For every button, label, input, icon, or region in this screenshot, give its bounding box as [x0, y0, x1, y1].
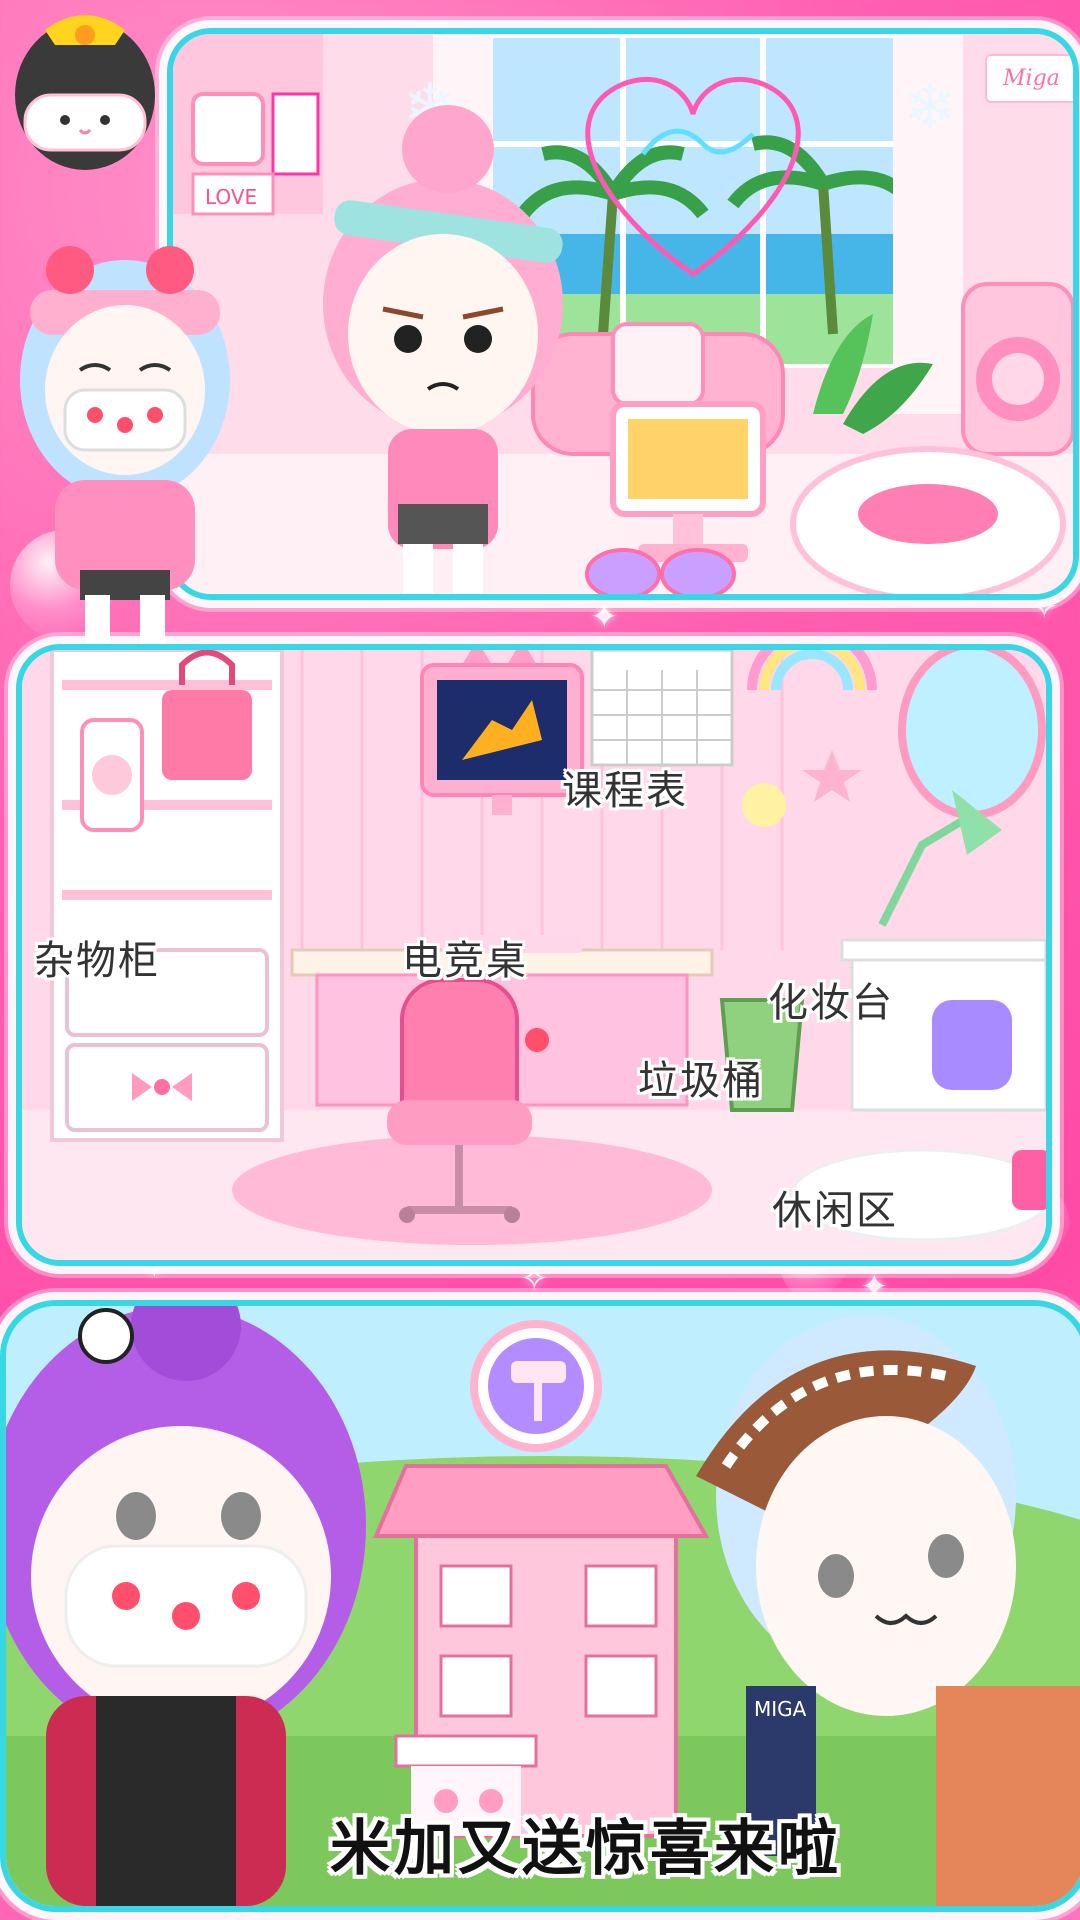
label-vanity: 化妆台	[768, 980, 894, 1026]
sparkle-icon: ✧	[520, 1259, 549, 1299]
scene-panel-bedroom: ❄ ❄ LOVE Miga	[167, 28, 1079, 600]
label-trash-can: 垃圾桶	[638, 1058, 764, 1104]
label-gaming-desk: 电竞桌	[402, 938, 528, 984]
sparkle-icon: ✦	[860, 1267, 889, 1307]
sparkle-icon: ✦	[590, 597, 619, 637]
character-sleep-mask-avatar[interactable]	[5, 5, 165, 205]
promo-banner-text: 米加又送惊喜来啦	[330, 1814, 842, 1884]
building-sign: MIGA	[754, 1697, 807, 1721]
label-locker: 杂物柜	[34, 938, 160, 984]
poster-text: LOVE	[205, 185, 257, 209]
scene-panel-room: 课程表 杂物柜 电竞桌 化妆台 垃圾桶 休闲区	[16, 644, 1052, 1266]
svg-text:❄: ❄	[903, 71, 957, 145]
label-schedule: 课程表	[562, 768, 688, 814]
character-strawberry-cap-girl[interactable]	[10, 240, 240, 660]
wall-sign: Miga	[985, 54, 1073, 103]
label-lounge-area: 休闲区	[772, 1188, 898, 1234]
room-scene	[22, 650, 1046, 1260]
bedroom-scene: ❄ ❄ LOVE	[173, 34, 1073, 594]
